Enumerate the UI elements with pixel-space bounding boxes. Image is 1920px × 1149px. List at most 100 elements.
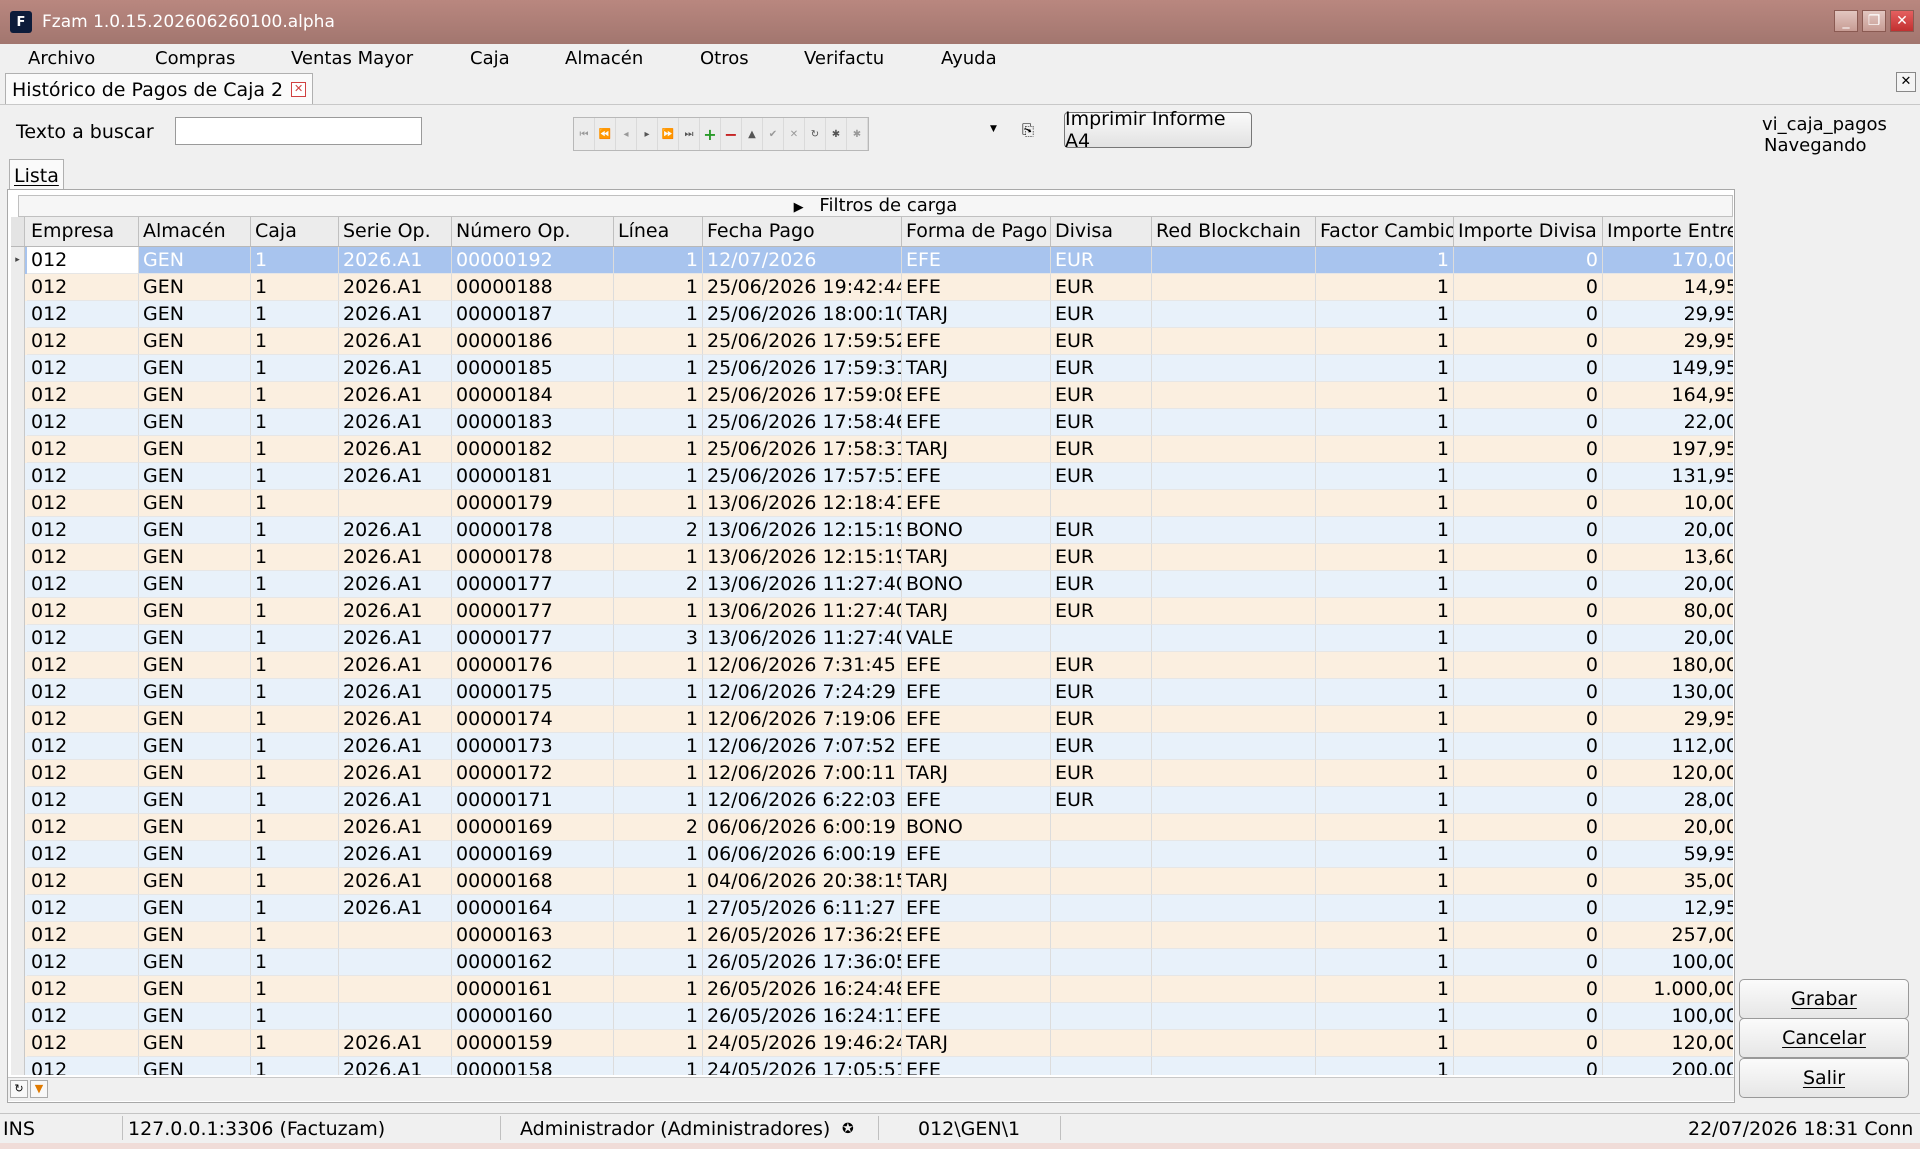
cell-divisa[interactable]: EUR xyxy=(1051,760,1152,787)
table-row[interactable]: 012 GEN 1 00000179 1 13/06/2026 12:18:41 EFE 1 0… xyxy=(11,490,1733,517)
cell-linea[interactable]: 1 xyxy=(614,301,703,328)
cell-forma-pago[interactable]: EFE xyxy=(902,490,1051,517)
cell-fecha-pago[interactable]: 25/06/2026 17:57:51 xyxy=(703,463,902,490)
cell-importe-divisa[interactable]: 0 xyxy=(1454,463,1603,490)
cell-forma-pago[interactable]: TARJ xyxy=(902,355,1051,382)
cell-fecha-pago[interactable]: 27/05/2026 6:11:27 xyxy=(703,895,902,922)
cell-empresa[interactable]: 012 xyxy=(27,841,139,868)
table-row[interactable]: 012 GEN 1 2026.A1 00000182 1 25/06/2026 17:58:… xyxy=(11,436,1733,463)
menu-ventas-mayor[interactable]: Ventas Mayor xyxy=(291,48,413,69)
table-row[interactable]: 012 GEN 1 2026.A1 00000175 1 12/06/2026 7:24:2… xyxy=(11,679,1733,706)
cell-forma-pago[interactable]: TARJ xyxy=(902,544,1051,571)
delete-record-icon[interactable]: − xyxy=(721,118,742,150)
cell-factor-cambio[interactable]: 1 xyxy=(1316,841,1454,868)
cell-importe-divisa[interactable]: 0 xyxy=(1454,274,1603,301)
cell-almacen[interactable]: GEN xyxy=(139,652,251,679)
cell-importe-divisa[interactable]: 0 xyxy=(1454,301,1603,328)
cell-empresa[interactable]: 012 xyxy=(27,652,139,679)
cell-divisa[interactable]: EUR xyxy=(1051,247,1152,274)
cell-fecha-pago[interactable]: 25/06/2026 18:00:10 xyxy=(703,301,902,328)
cell-almacen[interactable]: GEN xyxy=(139,760,251,787)
cell-caja[interactable]: 1 xyxy=(251,301,339,328)
cell-empresa[interactable]: 012 xyxy=(27,598,139,625)
cell-red-blockchain[interactable] xyxy=(1152,949,1316,976)
cell-caja[interactable]: 1 xyxy=(251,922,339,949)
cell-linea[interactable]: 1 xyxy=(614,355,703,382)
cell-serie-op[interactable]: 2026.A1 xyxy=(339,436,452,463)
cell-almacen[interactable]: GEN xyxy=(139,706,251,733)
table-row[interactable]: 012 GEN 1 2026.A1 00000169 2 06/06/2026 6:00:1… xyxy=(11,814,1733,841)
next-record-icon[interactable]: ▸ xyxy=(637,118,658,150)
cell-importe-divisa[interactable]: 0 xyxy=(1454,517,1603,544)
cell-forma-pago[interactable]: EFE xyxy=(902,976,1051,1003)
table-row[interactable]: 012 GEN 1 2026.A1 00000184 1 25/06/2026 17:59:… xyxy=(11,382,1733,409)
cell-importe-entregado[interactable]: 28,00 xyxy=(1603,787,1733,814)
cell-linea[interactable]: 1 xyxy=(614,787,703,814)
cell-importe-divisa[interactable]: 0 xyxy=(1454,544,1603,571)
table-row[interactable]: 012 GEN 1 2026.A1 00000176 1 12/06/2026 7:31:4… xyxy=(11,652,1733,679)
row-indicator[interactable] xyxy=(11,382,25,409)
table-row[interactable]: 012 GEN 1 00000160 1 26/05/2026 16:24:11 EFE 1 0… xyxy=(11,1003,1733,1030)
cell-importe-divisa[interactable]: 0 xyxy=(1454,814,1603,841)
cell-fecha-pago[interactable]: 25/06/2026 17:59:31 xyxy=(703,355,902,382)
reload-icon[interactable]: ↻ xyxy=(10,1080,28,1098)
cell-factor-cambio[interactable]: 1 xyxy=(1316,760,1454,787)
cell-importe-entregado[interactable]: 100,00 xyxy=(1603,1003,1733,1030)
cell-almacen[interactable]: GEN xyxy=(139,301,251,328)
cell-linea[interactable]: 2 xyxy=(614,517,703,544)
next-page-icon[interactable]: ⏩ xyxy=(658,118,679,150)
cell-red-blockchain[interactable] xyxy=(1152,760,1316,787)
cell-factor-cambio[interactable]: 1 xyxy=(1316,652,1454,679)
cell-divisa[interactable]: EUR xyxy=(1051,355,1152,382)
cell-factor-cambio[interactable]: 1 xyxy=(1316,922,1454,949)
cell-divisa[interactable] xyxy=(1051,895,1152,922)
cell-red-blockchain[interactable] xyxy=(1152,1057,1316,1075)
cell-caja[interactable]: 1 xyxy=(251,652,339,679)
menu-compras[interactable]: Compras xyxy=(155,48,235,69)
cell-fecha-pago[interactable]: 12/06/2026 7:24:29 xyxy=(703,679,902,706)
cell-red-blockchain[interactable] xyxy=(1152,922,1316,949)
cell-caja[interactable]: 1 xyxy=(251,895,339,922)
cell-linea[interactable]: 1 xyxy=(614,382,703,409)
cell-serie-op[interactable]: 2026.A1 xyxy=(339,301,452,328)
row-indicator[interactable] xyxy=(11,571,25,598)
cell-caja[interactable]: 1 xyxy=(251,490,339,517)
table-row[interactable]: 012 GEN 1 2026.A1 00000185 1 25/06/2026 17:59:… xyxy=(11,355,1733,382)
column-header-fecha-pago[interactable]: Fecha Pago xyxy=(703,217,902,246)
cell-importe-entregado[interactable]: 20,00 xyxy=(1603,625,1733,652)
cell-caja[interactable]: 1 xyxy=(251,841,339,868)
cell-caja[interactable]: 1 xyxy=(251,1057,339,1075)
cell-numero-op[interactable]: 00000159 xyxy=(452,1030,614,1057)
cell-caja[interactable]: 1 xyxy=(251,544,339,571)
cell-serie-op[interactable]: 2026.A1 xyxy=(339,787,452,814)
cell-serie-op[interactable]: 2026.A1 xyxy=(339,814,452,841)
cell-serie-op[interactable]: 2026.A1 xyxy=(339,895,452,922)
cell-importe-divisa[interactable]: 0 xyxy=(1454,706,1603,733)
cell-factor-cambio[interactable]: 1 xyxy=(1316,895,1454,922)
cell-linea[interactable]: 1 xyxy=(614,490,703,517)
cell-importe-divisa[interactable]: 0 xyxy=(1454,760,1603,787)
row-indicator[interactable] xyxy=(11,301,25,328)
cell-importe-divisa[interactable]: 0 xyxy=(1454,922,1603,949)
cell-serie-op[interactable] xyxy=(339,490,452,517)
cell-factor-cambio[interactable]: 1 xyxy=(1316,976,1454,1003)
prev-record-icon[interactable]: ◂ xyxy=(616,118,637,150)
cell-empresa[interactable]: 012 xyxy=(27,301,139,328)
cell-empresa[interactable]: 012 xyxy=(27,436,139,463)
cell-red-blockchain[interactable] xyxy=(1152,463,1316,490)
print-report-button[interactable]: Imprimir Informe A4 xyxy=(1064,108,1252,152)
cell-fecha-pago[interactable]: 25/06/2026 17:58:46 xyxy=(703,409,902,436)
cell-red-blockchain[interactable] xyxy=(1152,733,1316,760)
table-row[interactable]: 012 GEN 1 2026.A1 00000177 3 13/06/2026 11:27:… xyxy=(11,625,1733,652)
cell-linea[interactable]: 1 xyxy=(614,679,703,706)
cell-forma-pago[interactable]: EFE xyxy=(902,895,1051,922)
cell-serie-op[interactable]: 2026.A1 xyxy=(339,544,452,571)
cell-serie-op[interactable]: 2026.A1 xyxy=(339,760,452,787)
cell-fecha-pago[interactable]: 12/06/2026 7:19:06 xyxy=(703,706,902,733)
cell-importe-divisa[interactable]: 0 xyxy=(1454,382,1603,409)
cell-almacen[interactable]: GEN xyxy=(139,841,251,868)
copy-icon[interactable]: ⎘ xyxy=(1022,121,1040,139)
cell-forma-pago[interactable]: TARJ xyxy=(902,868,1051,895)
cell-importe-entregado[interactable]: 10,00 xyxy=(1603,490,1733,517)
menu-verifactu[interactable]: Verifactu xyxy=(804,48,884,69)
